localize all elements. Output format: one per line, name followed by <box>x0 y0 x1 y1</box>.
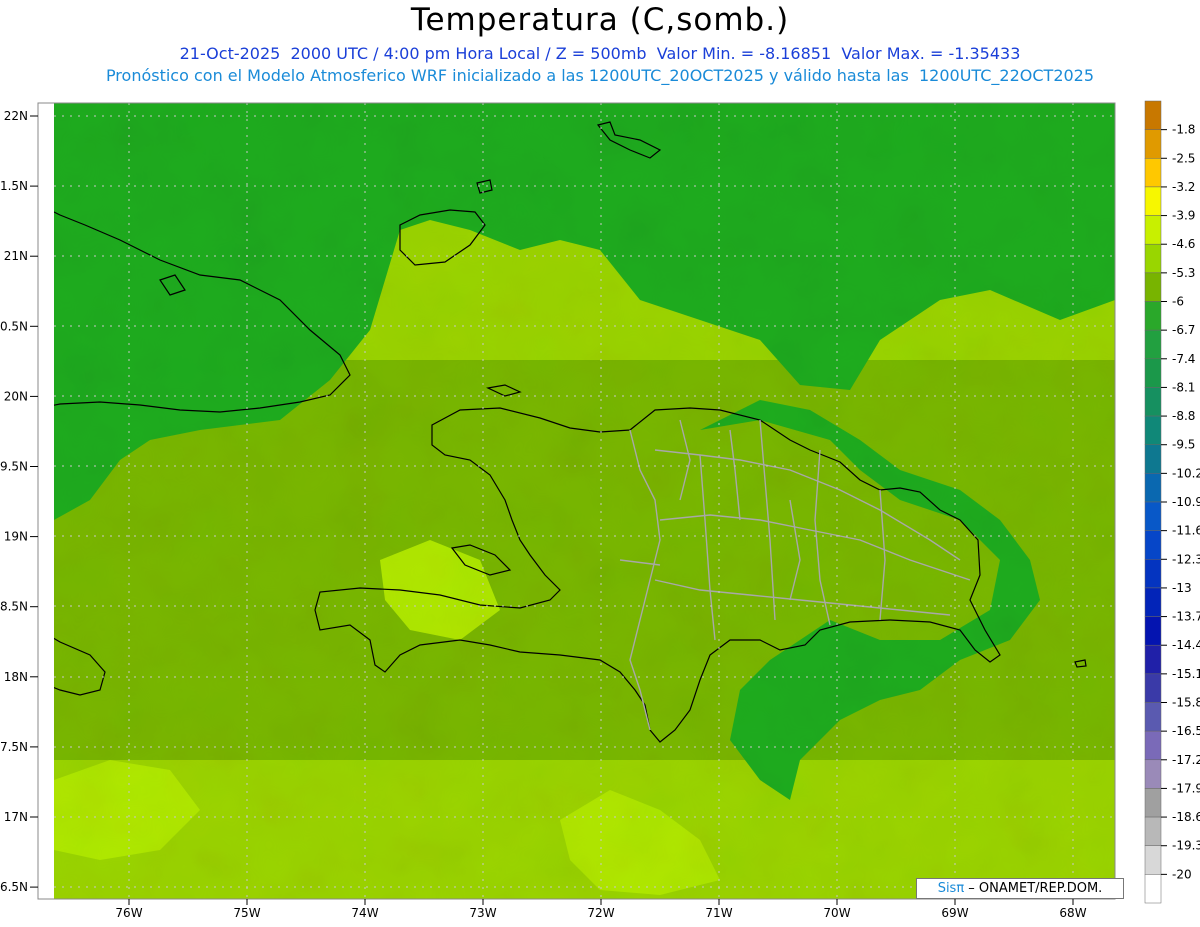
longitude-label: 70W <box>823 906 850 920</box>
colorbar-label: -6 <box>1172 295 1184 309</box>
latitude-label: 9.5N <box>0 460 28 474</box>
colorbar-label: -8.8 <box>1172 409 1195 423</box>
map-figure: 22N 1.5N 21N 0.5N 20N 9.5N 19N 8.5N 18N 7.5N 17N 6.… <box>0 100 1200 920</box>
colorbar-label: -2.5 <box>1172 151 1195 165</box>
colorbar: -1.8 -2.5 -3.2 -3.9 -4.6 -5.3 -6 -6.7 -7.4 -8.1 -8… <box>1144 100 1200 904</box>
colorbar-swatch <box>1144 243 1162 274</box>
colorbar-label: -12.3 <box>1172 552 1200 566</box>
colorbar-swatch <box>1144 329 1162 360</box>
colorbar-label: -15.1 <box>1172 667 1200 681</box>
colorbar-label: -3.2 <box>1172 180 1195 194</box>
latitude-label: 8.5N <box>0 600 28 614</box>
colorbar-label: -17.9 <box>1172 781 1200 795</box>
latitude-label: 17N <box>4 810 28 824</box>
colorbar-label: -16.5 <box>1172 724 1200 738</box>
longitude-labels: 76W 75W 74W 73W 72W 71W 70W 69W 68W <box>115 899 1087 920</box>
latitude-label: 20N <box>4 389 28 403</box>
longitude-label: 71W <box>705 906 732 920</box>
colorbar-swatch <box>1144 158 1162 188</box>
colorbar-swatch <box>1144 358 1162 388</box>
latitude-label: 6.5N <box>0 880 28 894</box>
colorbar-swatch <box>1144 644 1162 675</box>
colorbar-label: -9.5 <box>1172 438 1195 452</box>
colorbar-swatch <box>1144 730 1162 761</box>
colorbar-swatch <box>1144 444 1162 474</box>
colorbar-label: -13 <box>1172 581 1192 595</box>
colorbar-label: -15.8 <box>1172 696 1200 710</box>
colorbar-label: -18.6 <box>1172 810 1200 824</box>
colorbar-label: -14.4 <box>1172 638 1200 652</box>
colorbar-label: -20 <box>1172 867 1192 881</box>
colorbar-swatch <box>1144 587 1162 617</box>
longitude-label: 75W <box>233 906 260 920</box>
latitude-label: 0.5N <box>0 319 28 333</box>
colorbar-swatch <box>1144 186 1162 216</box>
colorbar-swatch <box>1144 415 1162 445</box>
colorbar-swatch <box>1144 215 1162 245</box>
colorbar-label: -17.2 <box>1172 753 1200 767</box>
colorbar-swatch <box>1144 816 1162 846</box>
colorbar-swatch <box>1144 788 1162 818</box>
latitude-label: 18N <box>4 670 28 684</box>
colorbar-swatch <box>1144 301 1162 331</box>
credit-box: Sisπ – ONAMET/REP.DOM. <box>916 878 1124 899</box>
colorbar-label: -13.7 <box>1172 610 1200 624</box>
colorbar-swatch <box>1144 874 1162 904</box>
colorbar-swatch <box>1144 530 1162 560</box>
colorbar-label: -5.3 <box>1172 266 1195 280</box>
longitude-label: 74W <box>351 906 378 920</box>
colorbar-label: -10.2 <box>1172 466 1200 480</box>
latitude-label: 21N <box>4 249 28 263</box>
colorbar-swatch <box>1144 673 1162 703</box>
colorbar-swatch <box>1144 129 1162 159</box>
latitude-label: 1.5N <box>0 179 28 193</box>
colorbar-label: -6.7 <box>1172 323 1195 337</box>
latitude-labels: 22N 1.5N 21N 0.5N 20N 9.5N 19N 8.5N 18N 7.5N 17N 6.… <box>0 109 38 894</box>
credit-brand: Sisπ <box>937 881 965 896</box>
latitude-label: 19N <box>4 530 28 544</box>
colorbar-swatch <box>1144 501 1162 531</box>
colorbar-swatch <box>1144 272 1162 302</box>
temperature-field <box>54 103 1115 899</box>
latitude-label: 7.5N <box>0 740 28 754</box>
longitude-label: 73W <box>469 906 496 920</box>
longitude-label: 76W <box>115 906 142 920</box>
colorbar-label: -1.8 <box>1172 123 1195 137</box>
latitude-label: 22N <box>4 109 28 123</box>
colorbar-swatch <box>1144 387 1162 417</box>
colorbar-label: -8.1 <box>1172 380 1195 394</box>
colorbar-label: -10.9 <box>1172 495 1200 509</box>
colorbar-swatch <box>1144 100 1162 130</box>
colorbar-swatch <box>1144 759 1162 789</box>
longitude-label: 69W <box>941 906 968 920</box>
colorbar-swatch <box>1144 473 1162 503</box>
colorbar-label: -11.6 <box>1172 524 1200 538</box>
colorbar-swatch <box>1144 559 1162 589</box>
field-texture <box>54 103 1115 899</box>
colorbar-label: -19.3 <box>1172 839 1200 853</box>
colorbar-label: -7.4 <box>1172 352 1195 366</box>
longitude-label: 68W <box>1059 906 1086 920</box>
colorbar-label: -4.6 <box>1172 237 1195 251</box>
colorbar-label: -3.9 <box>1172 209 1195 223</box>
longitude-label: 72W <box>587 906 614 920</box>
colorbar-swatch <box>1144 845 1162 875</box>
colorbar-swatch <box>1144 702 1162 732</box>
colorbar-swatch <box>1144 616 1162 646</box>
credit-text: – ONAMET/REP.DOM. <box>964 881 1103 896</box>
